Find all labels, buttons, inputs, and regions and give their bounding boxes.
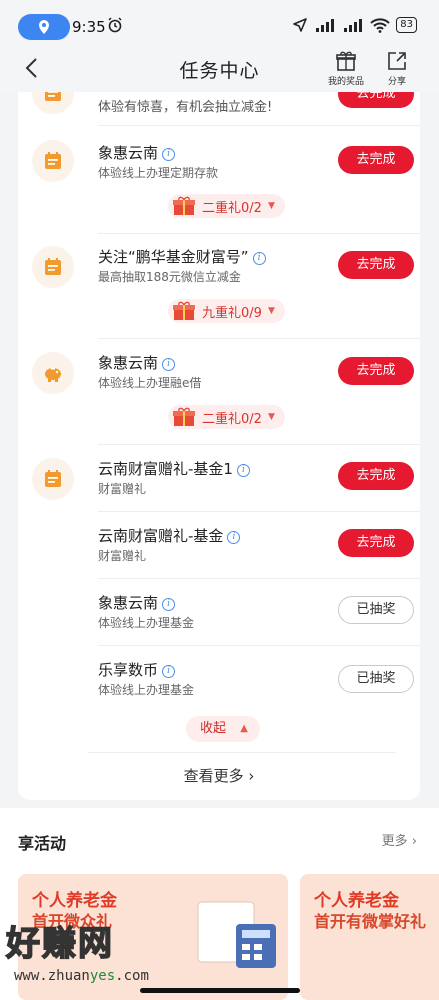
signal-icon-2 xyxy=(344,19,363,32)
divider xyxy=(98,338,420,339)
chevron-down-icon: ▼ xyxy=(267,201,275,211)
calendar-icon xyxy=(45,152,61,169)
task-complete-button[interactable]: 去完成 xyxy=(338,92,414,108)
task-complete-button[interactable]: 去完成 xyxy=(338,529,414,557)
my-prizes-label: 我的奖品 xyxy=(327,77,364,87)
url-suffix: .com xyxy=(115,968,149,984)
gift-progress-pill[interactable]: 二重礼0/2 ▼ xyxy=(168,194,285,218)
navigation-arrow-icon xyxy=(293,18,308,32)
gift-icon xyxy=(173,196,195,215)
divider xyxy=(98,233,420,234)
page-title: 任务中心 xyxy=(179,60,260,82)
divider xyxy=(98,444,420,445)
url-prefix: www.zhuan xyxy=(14,968,90,984)
gift-progress-pill[interactable]: 二重礼0/2 ▼ xyxy=(168,405,285,429)
task-title: 象惠云南 i xyxy=(98,592,176,613)
info-icon[interactable]: i xyxy=(227,531,241,544)
calculator-illustration-icon xyxy=(197,901,276,968)
gift-icon xyxy=(173,407,195,426)
info-icon[interactable]: i xyxy=(252,252,266,265)
task-title: 象惠云南 i xyxy=(98,142,176,163)
task-icon xyxy=(32,458,74,500)
share-button[interactable]: 分享 xyxy=(375,50,419,87)
task-list-card: 体验有惊喜，有机会抽立减金! 去完成 象惠云南 i 体验线上办理定期存款 去完成 … xyxy=(18,92,420,800)
task-subtitle: 体验线上办理定期存款 xyxy=(98,166,219,180)
more-label: 更多 xyxy=(381,834,408,849)
task-complete-button[interactable]: 去完成 xyxy=(338,146,414,174)
activities-title: 享活动 xyxy=(18,834,67,853)
gift-icon xyxy=(173,301,195,320)
task-subtitle: 财富赠礼 xyxy=(98,482,147,496)
divider xyxy=(88,752,396,753)
activities-more-link[interactable]: 更多 › xyxy=(382,830,417,849)
divider xyxy=(98,645,420,646)
chevron-right-icon: › xyxy=(411,834,417,849)
collapse-label: 收起 xyxy=(200,721,227,736)
task-subtitle: 体验线上办理融e借 xyxy=(98,376,202,390)
activity-banner[interactable]: 个人养老金 首开有微掌好礼 xyxy=(300,874,439,1000)
wifi-icon xyxy=(370,17,390,33)
task-subtitle: 体验有惊喜，有机会抽立减金! xyxy=(98,100,273,115)
banner-subline: 首开有微掌好礼 xyxy=(314,912,427,931)
gift-progress-label: 九重礼0/9 xyxy=(202,305,262,321)
location-indicator xyxy=(18,14,70,40)
info-icon[interactable]: i xyxy=(236,464,250,477)
info-icon[interactable]: i xyxy=(162,148,176,161)
task-subtitle: 体验线上办理基金 xyxy=(98,683,195,697)
divider xyxy=(98,511,420,512)
gift-box-icon xyxy=(336,51,356,71)
chevron-down-icon: ▼ xyxy=(267,412,275,422)
gift-progress-label: 二重礼0/2 xyxy=(202,411,262,427)
calendar-icon xyxy=(45,92,61,101)
chevron-down-icon: ▼ xyxy=(267,306,275,316)
location-pin-icon xyxy=(39,20,49,34)
info-icon[interactable]: i xyxy=(162,598,176,611)
gift-progress-pill[interactable]: 九重礼0/9 ▼ xyxy=(168,299,285,323)
task-title: 乐享数币 i xyxy=(98,659,176,680)
info-icon[interactable]: i xyxy=(162,665,176,678)
site-watermark: 好赚网 xyxy=(5,923,114,965)
view-more-link[interactable]: 查看更多 › xyxy=(18,765,420,786)
task-subtitle: 最高抽取188元微信立减金 xyxy=(98,270,241,284)
top-nav-bar: 任务中心 我的奖品 分享 xyxy=(0,46,439,92)
calendar-icon xyxy=(45,258,61,275)
task-title: 关注“鹏华基金财富号” i xyxy=(98,246,266,267)
task-icon xyxy=(32,92,74,114)
signal-icon xyxy=(316,19,335,32)
task-complete-button[interactable]: 去完成 xyxy=(338,357,414,385)
chevron-right-icon: › xyxy=(243,767,255,785)
task-complete-button[interactable]: 去完成 xyxy=(338,462,414,490)
task-icon xyxy=(32,352,74,394)
status-bar: 9:35 83 xyxy=(0,0,439,46)
task-title: 云南财富赠礼-基金 i xyxy=(98,525,241,546)
view-more-label: 查看更多 xyxy=(183,767,244,785)
my-prizes-button[interactable]: 我的奖品 xyxy=(324,50,368,87)
chevron-up-icon: ▲ xyxy=(240,723,248,734)
home-indicator[interactable] xyxy=(140,988,300,993)
alarm-icon xyxy=(108,17,122,33)
task-subtitle: 财富赠礼 xyxy=(98,549,147,563)
task-drawn-button[interactable]: 已抽奖 xyxy=(338,596,414,624)
task-title: 象惠云南 i xyxy=(98,352,176,373)
share-label: 分享 xyxy=(387,77,406,87)
gift-progress-label: 二重礼0/2 xyxy=(202,200,262,216)
url-mid: yes xyxy=(89,968,116,984)
task-subtitle: 体验线上办理基金 xyxy=(98,616,195,630)
task-icon xyxy=(32,140,74,182)
piggy-bank-icon xyxy=(45,368,61,382)
clock: 9:35 xyxy=(72,18,106,36)
task-title: 云南财富赠礼-基金1 i xyxy=(98,458,250,479)
task-icon xyxy=(32,246,74,288)
task-drawn-button[interactable]: 已抽奖 xyxy=(338,665,414,693)
divider xyxy=(98,578,420,579)
info-icon[interactable]: i xyxy=(162,358,176,371)
battery-indicator: 83 xyxy=(396,17,417,33)
site-watermark-url: www.zhuanyes.com xyxy=(14,968,149,984)
task-complete-button[interactable]: 去完成 xyxy=(338,251,414,279)
calendar-icon xyxy=(45,470,61,487)
collapse-button[interactable]: 收起 ▲ xyxy=(186,716,260,742)
share-icon xyxy=(388,52,406,70)
divider xyxy=(98,125,420,126)
